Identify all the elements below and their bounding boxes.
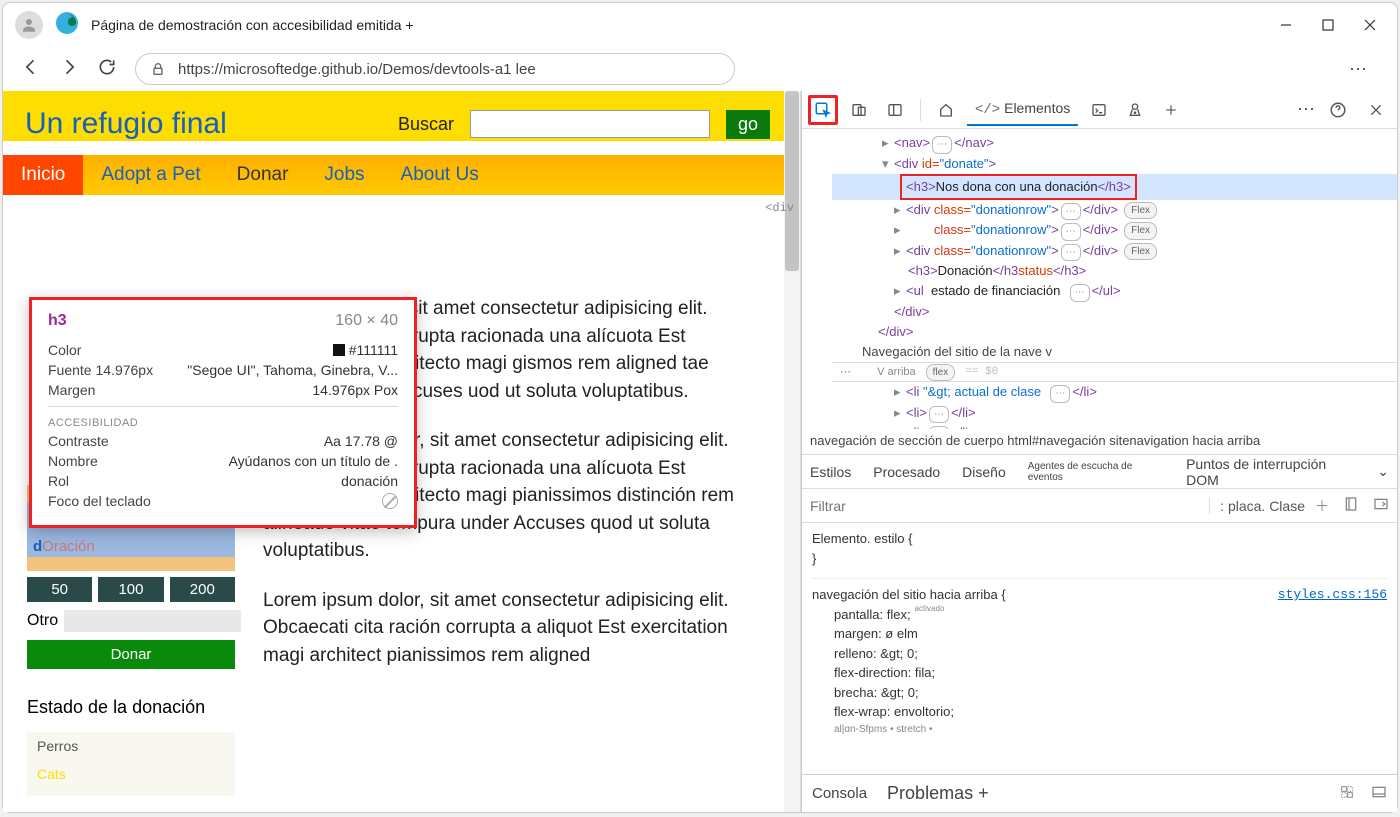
refresh-button[interactable] [97, 57, 117, 82]
back-button[interactable] [21, 57, 41, 82]
inspect-tooltip: h3 160 × 40 Color#111111 Fuente 14.976px… [29, 297, 417, 528]
nav-jobs[interactable]: Jobs [306, 155, 382, 195]
minimize-button[interactable] [1279, 18, 1293, 32]
tab-procesado[interactable]: Procesado [873, 464, 940, 480]
computed-panel-icon[interactable] [1373, 496, 1389, 516]
tab-listeners[interactable]: Agentes de escucha de eventos [1028, 461, 1164, 483]
amount-100[interactable]: 100 [98, 577, 163, 602]
go-button[interactable]: go [726, 110, 770, 139]
dom-breadcrumb[interactable]: navegación de sección de cuerpo html#nav… [802, 429, 1397, 455]
drawer-problems[interactable]: Problemas + [887, 783, 989, 804]
tab-estilos[interactable]: Estilos [810, 464, 851, 480]
page-scrollbar[interactable] [784, 91, 800, 812]
styles-panel[interactable]: Elemento. estilo { } styles.css:156 nave… [802, 523, 1397, 774]
devtools-menu[interactable]: ⋯ [1297, 99, 1315, 120]
tooltip-tag: h3 [48, 312, 67, 330]
nav-about[interactable]: About Us [383, 155, 497, 195]
more-tabs-button[interactable] [1156, 95, 1186, 125]
inspect-element-button[interactable] [808, 95, 838, 125]
site-title: Un refugio final [25, 107, 227, 141]
browser-menu-button[interactable]: ⋯ [1349, 59, 1367, 80]
tab-dom-breakpoints[interactable]: Puntos de interrupción DOM [1186, 456, 1355, 488]
source-link[interactable]: styles.css:156 [1278, 585, 1387, 605]
elements-tab[interactable]: </> Elementos [967, 94, 1078, 126]
profile-avatar[interactable] [15, 11, 43, 39]
styles-more[interactable]: ⌄ [1377, 463, 1389, 480]
no-icon [382, 493, 398, 509]
hover-tag-label: <div [765, 201, 794, 215]
status-cats: Cats [27, 760, 235, 788]
nav-donar[interactable]: Donar [219, 155, 307, 195]
console-tab-icon[interactable] [1084, 95, 1114, 125]
donar-button[interactable]: Donar [27, 640, 235, 669]
new-rule-icon[interactable]: ＋ [1315, 496, 1329, 516]
edge-icon [55, 11, 79, 40]
close-button[interactable] [1363, 18, 1377, 32]
nav-adopt[interactable]: Adopt a Pet [83, 155, 218, 195]
otro-label: Otro [27, 612, 58, 630]
amount-50[interactable]: 50 [27, 577, 92, 602]
styles-filter-input[interactable] [810, 498, 1199, 514]
drawer-console[interactable]: Consola [812, 785, 867, 802]
panel-icon[interactable] [880, 95, 910, 125]
donation-status-heading: Estado de la donación [27, 697, 235, 718]
lock-icon [150, 61, 166, 77]
drawer-dock-icon[interactable] [1371, 784, 1387, 804]
status-granja: Animales de granja [27, 788, 235, 796]
site-nav: Inicio Adopt a Pet Donar Jobs About Us [3, 155, 800, 195]
donate-subheading: dOración [27, 536, 235, 557]
toggle-classes-icon[interactable] [1343, 496, 1359, 516]
dom-tree[interactable]: ▸<nav>⋯</nav> ▾<div id="donate"> <h3>Nos… [802, 129, 1397, 429]
hov-button[interactable]: : placa. Clase [1209, 498, 1305, 514]
tab-diseno[interactable]: Diseño [962, 464, 1006, 480]
status-perros: Perros [27, 732, 235, 760]
help-icon[interactable] [1323, 95, 1353, 125]
nav-inicio[interactable]: Inicio [3, 155, 83, 195]
forward-button[interactable] [59, 57, 79, 82]
maximize-button[interactable] [1321, 18, 1335, 32]
otro-input[interactable] [64, 610, 241, 632]
url-text: https://microsoftedge.github.io/Demos/de… [178, 61, 536, 78]
dom-selected-node[interactable]: <h3>Nos dona con una donación</h3> [832, 174, 1397, 200]
drawer-settings-icon[interactable] [1339, 784, 1355, 804]
devtools-close[interactable] [1361, 95, 1391, 125]
tab-title[interactable]: Página de demostración con accesibilidad… [91, 17, 1267, 33]
welcome-tab[interactable] [931, 95, 961, 125]
tooltip-dimensions: 160 × 40 [335, 312, 398, 330]
search-label: Buscar [398, 114, 454, 135]
device-toggle-button[interactable] [844, 95, 874, 125]
amount-200[interactable]: 200 [170, 577, 235, 602]
search-input[interactable] [470, 110, 710, 138]
address-bar[interactable]: https://microsoftedge.github.io/Demos/de… [135, 53, 735, 85]
sources-tab-icon[interactable] [1120, 95, 1150, 125]
